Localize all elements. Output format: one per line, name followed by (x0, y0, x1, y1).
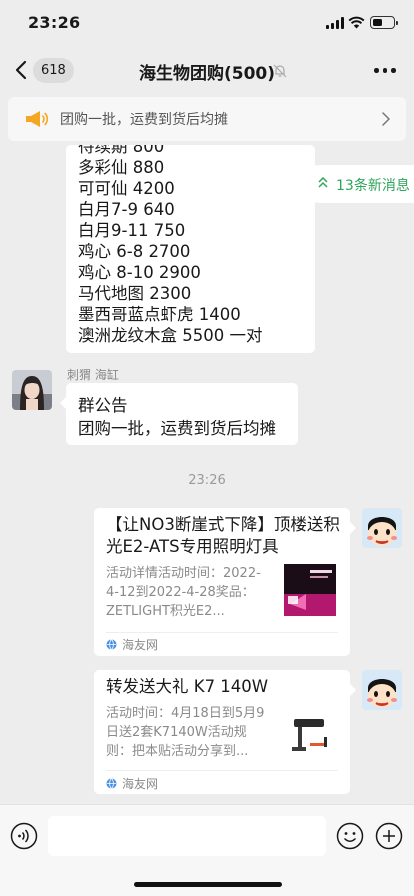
avatar[interactable] (362, 508, 402, 548)
card-divider (106, 632, 338, 633)
price-line: 白月7-9 640 (78, 200, 175, 219)
voice-input-icon[interactable] (10, 822, 38, 850)
avatar[interactable] (362, 670, 402, 710)
double-chevron-up-icon (318, 177, 328, 188)
price-line: 待续期 800 (78, 145, 165, 156)
price-list-message[interactable]: 待续期 800 多彩仙 880 可可仙 4200 白月7-9 640 白月9-1… (66, 145, 315, 353)
megaphone-icon (26, 111, 48, 127)
price-line: 多彩仙 880 (78, 158, 165, 177)
card-divider (106, 770, 338, 771)
chevron-right-icon (382, 112, 390, 126)
more-options-icon[interactable] (374, 68, 396, 73)
cartoon-avatar-icon (362, 670, 402, 710)
chat-title[interactable]: 海生物团购(500) (0, 59, 414, 84)
link-card-source-label: 海友网 (122, 638, 159, 652)
link-card[interactable]: 【让NO3断崖式下降】顶楼送积光E2-ATS专用照明灯具 活动详情活动时间：20… (94, 508, 356, 656)
link-card-description: 活动时间：4月18日到5月9日送2套K7140W活动规则：把本贴活动分享到... (106, 706, 265, 759)
price-line: 鸡心 6-8 2700 (78, 242, 191, 261)
status-time: 23:26 (28, 13, 81, 32)
price-line: 可可仙 4200 (78, 179, 175, 198)
new-messages-pill[interactable]: 13条新消息 (301, 165, 414, 203)
price-line: 鸡心 8-10 2900 (78, 263, 201, 282)
message-text-field[interactable] (48, 816, 326, 856)
sender-name: 刺猬 海缸 (67, 368, 119, 382)
message-timestamp: 23:26 (188, 473, 226, 488)
link-card-thumbnail (284, 564, 336, 616)
source-globe-icon (106, 639, 117, 650)
group-notice-text: 团购一批，运费到货后均摊 (60, 112, 228, 128)
group-notice-bar[interactable]: 团购一批，运费到货后均摊 (8, 97, 406, 141)
link-card-description: 活动详情活动时间：2022-4-12到2022-4-28奖品：ZETLIGHT积… (106, 566, 261, 619)
new-messages-label: 13条新消息 (336, 178, 410, 194)
avatar-portrait-icon (12, 370, 52, 410)
cartoon-avatar-icon (362, 508, 402, 548)
mute-bell-icon (273, 64, 287, 78)
message-input-bar (0, 804, 414, 896)
chat-header: 618 海生物团购(500) (0, 47, 414, 93)
price-line: 白月9-11 750 (78, 221, 186, 240)
link-card-title: 【让NO3断崖式下降】顶楼送积光E2-ATS专用照明灯具 (106, 515, 340, 556)
announcement-heading: 群公告 (78, 396, 128, 415)
price-line: 马代地图 2300 (78, 284, 192, 303)
source-globe-icon (106, 778, 117, 789)
price-line: 澳洲龙纹木盒 5500 一对 (78, 326, 263, 345)
plus-icon[interactable] (375, 822, 403, 850)
status-bar: 23:26 (0, 0, 414, 47)
announcement-message[interactable]: 群公告 团购一批，运费到货后均摊 (60, 383, 298, 445)
cellular-signal-icon (326, 17, 344, 29)
link-card[interactable]: 转发送大礼 K7 140W 活动时间：4月18日到5月9日送2套K7140W活动… (94, 670, 356, 794)
link-card-title: 转发送大礼 K7 140W (106, 677, 269, 696)
price-line: 墨西哥蓝点虾虎 1400 (78, 305, 241, 324)
emoji-icon[interactable] (336, 822, 364, 850)
avatar[interactable] (12, 370, 52, 410)
link-card-thumbnail (284, 707, 336, 759)
wifi-icon (348, 16, 365, 29)
link-card-source-label: 海友网 (122, 777, 159, 791)
announcement-body: 团购一批，运费到货后均摊 (78, 419, 276, 438)
price-list-lines: 待续期 800 多彩仙 880 可可仙 4200 白月7-9 640 白月9-1… (78, 145, 262, 346)
home-indicator (134, 882, 282, 887)
battery-icon (370, 16, 398, 29)
